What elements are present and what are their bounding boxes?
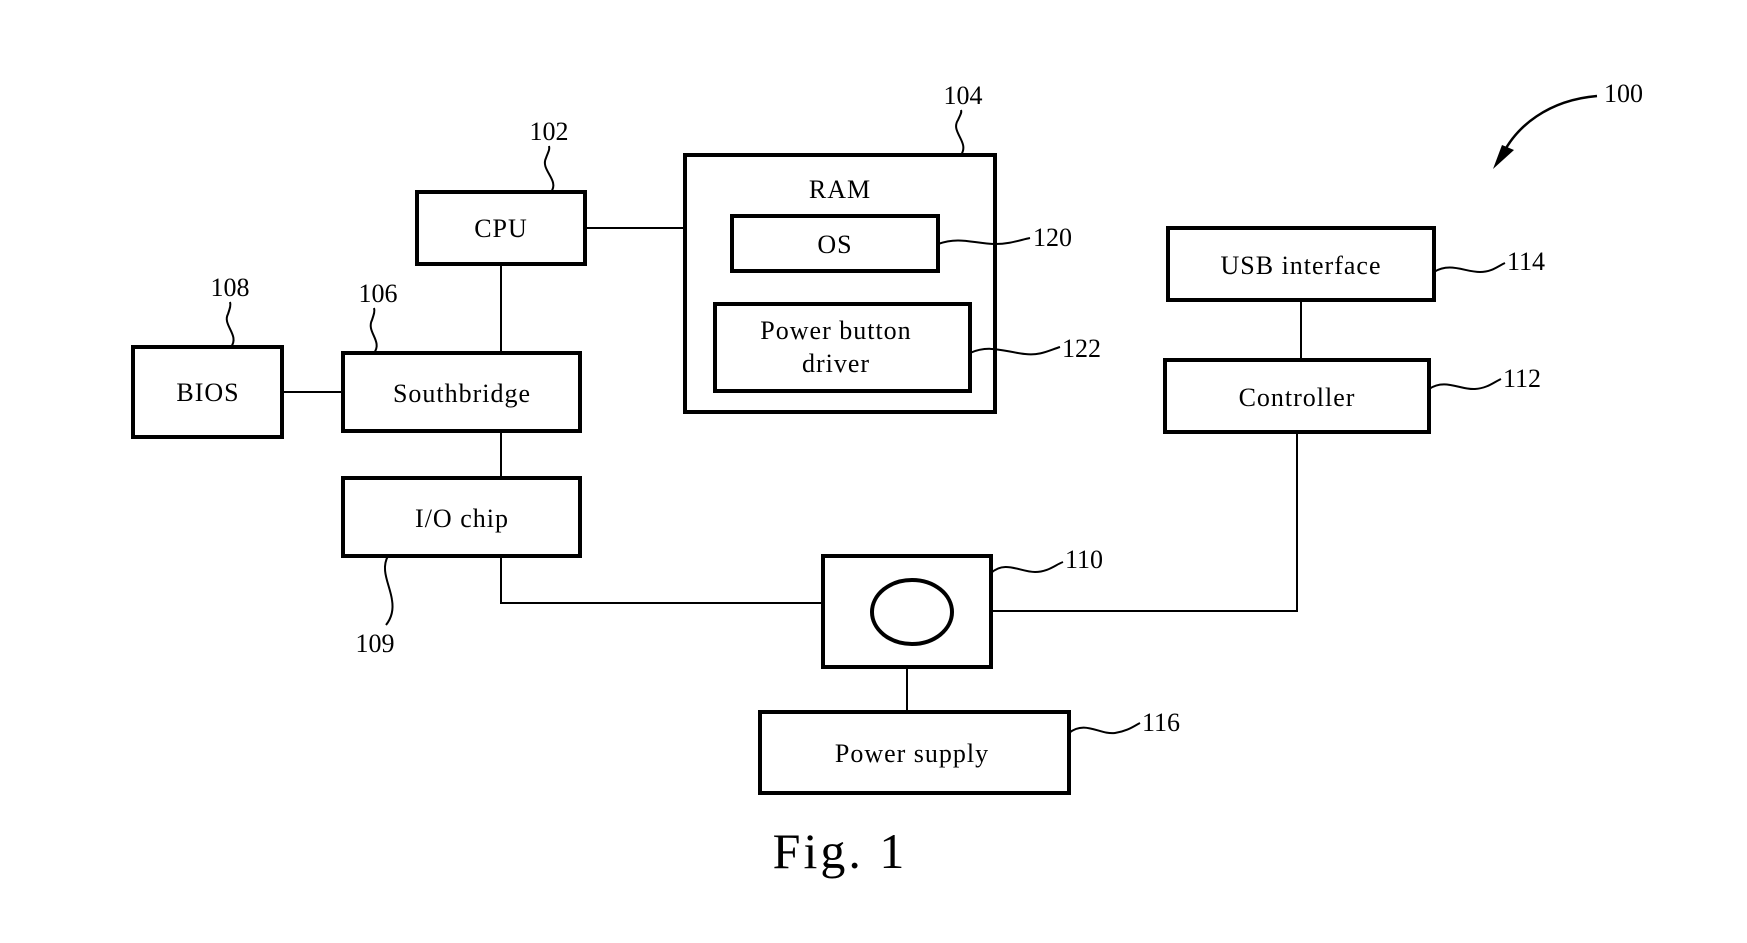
power-supply-leader bbox=[1068, 722, 1141, 735]
power-button-block: 110 bbox=[821, 545, 1103, 669]
ram-leader bbox=[955, 109, 965, 156]
power-button-driver-label-line1: Power button bbox=[760, 316, 911, 345]
power-supply-ref: 116 bbox=[1142, 708, 1180, 737]
bios-block: BIOS 108 bbox=[131, 273, 284, 439]
figure-caption: Fig. 1 bbox=[773, 823, 908, 879]
southbridge-block: Southbridge 106 bbox=[341, 279, 582, 433]
os-ref: 120 bbox=[1033, 223, 1072, 252]
controller-label: Controller bbox=[1239, 383, 1356, 412]
power-button-ref: 110 bbox=[1065, 545, 1103, 574]
power-button-box bbox=[821, 554, 993, 669]
bios-label: BIOS bbox=[176, 378, 239, 407]
wire-io-powerbutton bbox=[500, 556, 823, 604]
usb-interface-block: USB interface 114 bbox=[1166, 226, 1545, 302]
system-ref-arrow-line bbox=[1498, 94, 1598, 161]
power-button-leader bbox=[990, 561, 1064, 574]
ram-ref: 104 bbox=[944, 81, 983, 110]
controller-block: Controller 112 bbox=[1163, 358, 1541, 434]
southbridge-ref: 106 bbox=[359, 279, 398, 308]
power-supply-label: Power supply bbox=[835, 739, 989, 768]
usb-interface-leader bbox=[1433, 262, 1506, 274]
cpu-label: CPU bbox=[474, 214, 528, 243]
io-chip-label: I/O chip bbox=[415, 504, 509, 533]
usb-interface-label: USB interface bbox=[1220, 251, 1381, 280]
cpu-leader bbox=[543, 145, 555, 193]
bios-leader bbox=[225, 301, 235, 348]
system-ref-arrow-head-icon bbox=[1493, 145, 1514, 169]
system-ref-label: 100 bbox=[1604, 79, 1643, 108]
power-button-driver-label-line2: driver bbox=[802, 349, 870, 378]
controller-leader bbox=[1428, 378, 1502, 391]
southbridge-leader bbox=[369, 307, 378, 354]
ram-label: RAM bbox=[809, 175, 871, 204]
bios-ref: 108 bbox=[211, 273, 250, 302]
os-label: OS bbox=[817, 230, 852, 259]
cpu-ref: 102 bbox=[530, 117, 569, 146]
wire-powerbutton-controller bbox=[991, 432, 1298, 612]
io-chip-ref: 109 bbox=[356, 629, 395, 658]
southbridge-label: Southbridge bbox=[393, 379, 531, 408]
cpu-block: CPU 102 bbox=[415, 117, 587, 266]
io-chip-block: I/O chip 109 bbox=[341, 476, 582, 658]
io-chip-leader bbox=[383, 555, 394, 626]
power-button-driver-ref: 122 bbox=[1062, 334, 1101, 363]
controller-ref: 112 bbox=[1503, 364, 1541, 393]
system-ref: 100 bbox=[1493, 79, 1643, 169]
power-supply-block: Power supply 116 bbox=[758, 708, 1180, 795]
ram-block: RAM 104 OS 120 Power button driver 122 bbox=[683, 81, 1101, 414]
block-diagram: CPU 102 RAM 104 OS 120 Power button driv… bbox=[131, 79, 1643, 879]
usb-interface-ref: 114 bbox=[1507, 247, 1545, 276]
